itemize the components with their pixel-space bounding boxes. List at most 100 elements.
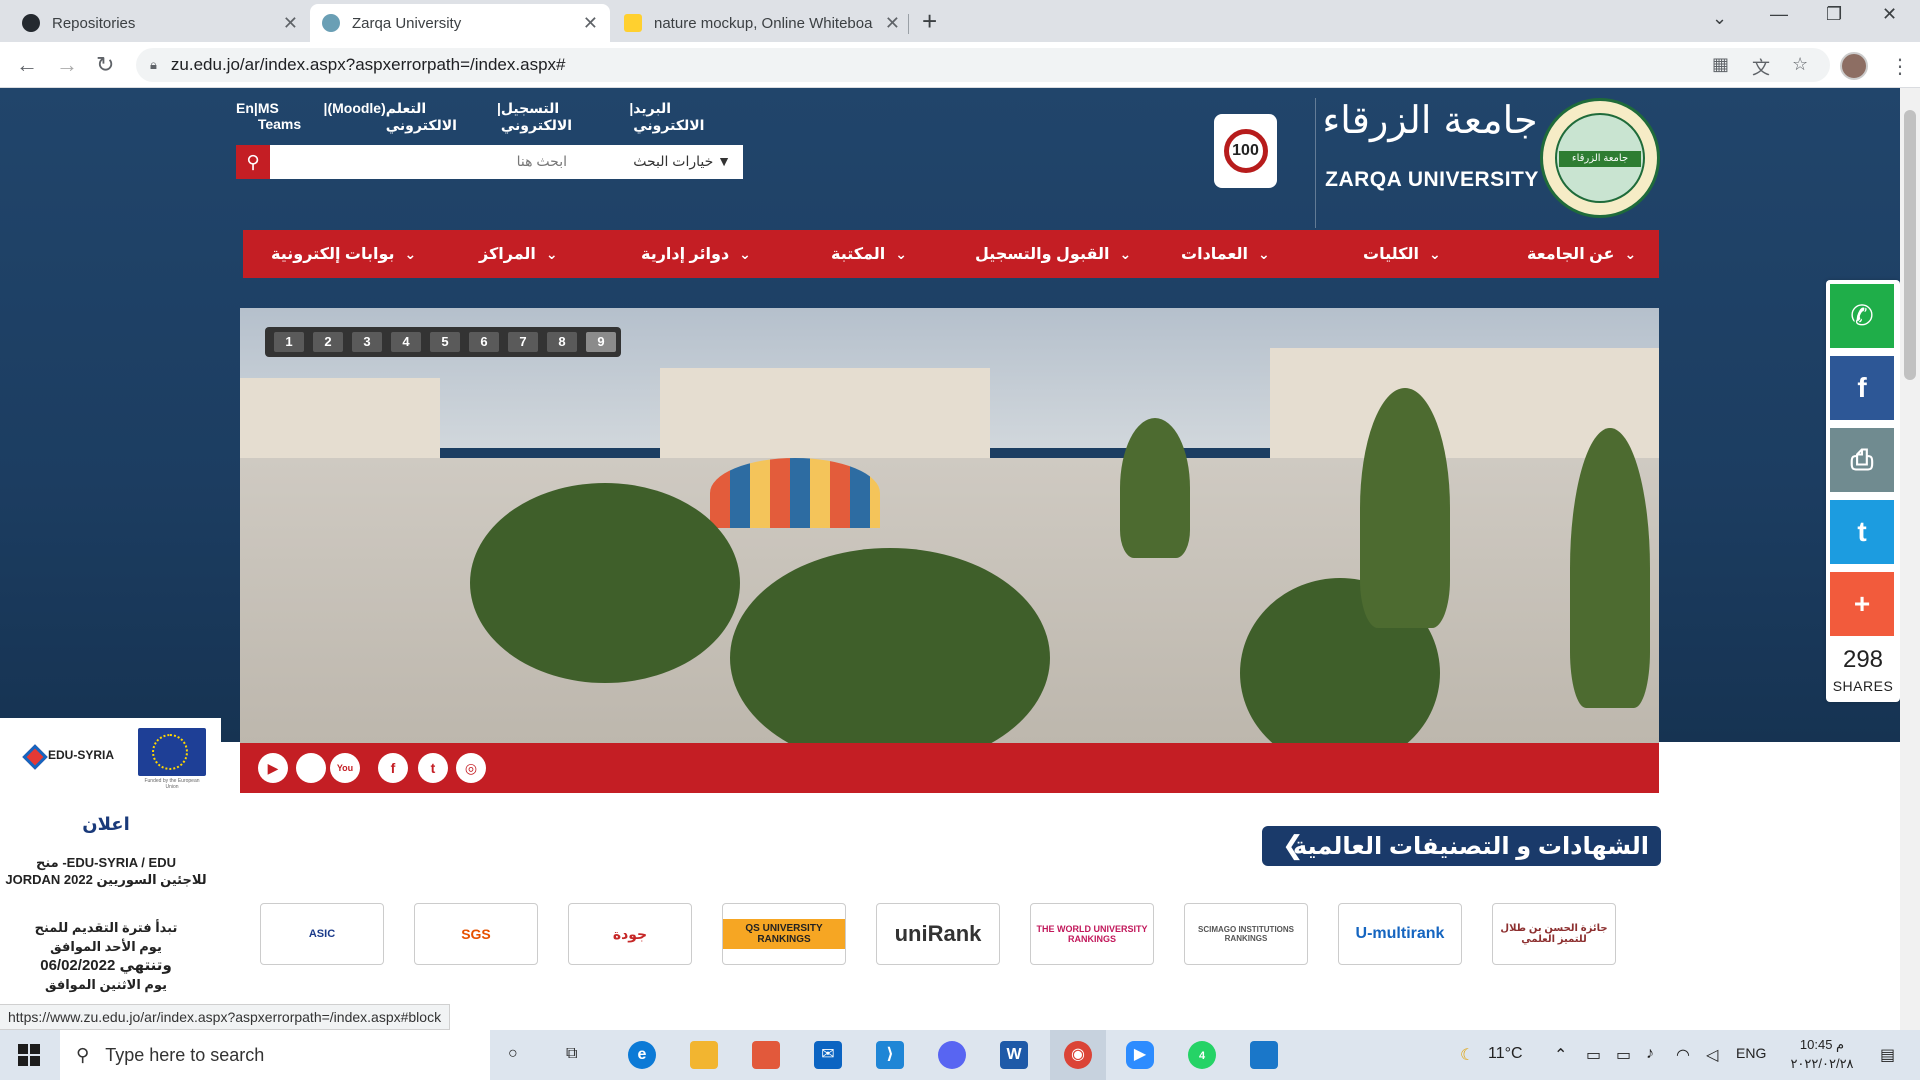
- e-registration-link[interactable]: التسجيل الالكتروني: [501, 100, 629, 134]
- volume-icon[interactable]: ◁: [1706, 1045, 1718, 1065]
- slide-page-9[interactable]: 9: [586, 332, 616, 352]
- moodle-link[interactable]: (Moodle): [327, 100, 385, 134]
- windows-start-icon[interactable]: [18, 1044, 40, 1066]
- forward-icon[interactable]: →: [56, 52, 78, 78]
- page-scrollbar[interactable]: [1900, 88, 1920, 1030]
- task-view-icon[interactable]: ⧉: [566, 1045, 577, 1063]
- address-bar[interactable]: 🔒︎ zu.edu.jo/ar/index.aspx?aspxerrorpath…: [136, 48, 1830, 82]
- print-share-button[interactable]: ⎙: [1830, 428, 1894, 492]
- back-icon[interactable]: ←: [16, 52, 38, 78]
- qr-code-icon[interactable]: ▦: [1712, 54, 1729, 75]
- microsoft-store-icon[interactable]: [752, 1041, 780, 1069]
- file-explorer-icon[interactable]: [690, 1041, 718, 1069]
- slide-page-2[interactable]: 2: [313, 332, 343, 352]
- taskbar-clock[interactable]: 10:45 م ٢٠٢٢/٠٢/٢٨: [1770, 1035, 1874, 1073]
- tab-repositories[interactable]: Repositories ✕: [10, 4, 310, 42]
- lang-en-link[interactable]: En: [236, 100, 254, 134]
- slide-page-8[interactable]: 8: [547, 332, 577, 352]
- slide-page-1[interactable]: 1: [274, 332, 304, 352]
- tab-search-icon[interactable]: ⌄: [1712, 8, 1727, 29]
- input-language[interactable]: ENG: [1736, 1045, 1766, 1061]
- rank-logo-hassan-award[interactable]: جائزة الحسن بن طلال للتميز العلمي: [1492, 903, 1616, 965]
- nav-centers[interactable]: المراكز ⌄: [479, 230, 558, 278]
- bookmark-star-icon[interactable]: ☆: [1792, 54, 1808, 75]
- rank-logo-asic[interactable]: ASIC: [260, 903, 384, 965]
- microphone-icon[interactable]: ♪: [1646, 1045, 1654, 1063]
- edge-icon[interactable]: e: [628, 1041, 656, 1069]
- wifi-icon[interactable]: ◠: [1676, 1045, 1690, 1065]
- browser-menu-icon[interactable]: ⋮: [1890, 54, 1910, 79]
- tab-nature-mockup[interactable]: nature mockup, Online Whiteboa ✕: [612, 4, 912, 42]
- zoom-icon[interactable]: ▶: [1126, 1041, 1154, 1069]
- instagram-icon[interactable]: ◎: [456, 753, 486, 783]
- site-search: ⚲ ابحث هنا خيارات البحث ▼: [236, 145, 743, 179]
- ms-teams-link[interactable]: MS Teams: [258, 100, 324, 134]
- nav-e-portals[interactable]: بوابات إلكترونية ⌄: [271, 230, 416, 278]
- nav-about-university[interactable]: عن الجامعة ⌄: [1527, 230, 1636, 278]
- photos-icon[interactable]: [1250, 1041, 1278, 1069]
- campus-photo-slider[interactable]: 1 2 3 4 5 6 7 8 9: [240, 308, 1659, 744]
- youtube-icon[interactable]: You: [330, 753, 360, 783]
- tab-zarqa-university[interactable]: Zarqa University ✕: [310, 4, 610, 42]
- address-url[interactable]: zu.edu.jo/ar/index.aspx?aspxerrorpath=/i…: [171, 55, 566, 75]
- search-button[interactable]: ⚲: [236, 145, 270, 179]
- university-seal-logo[interactable]: جامعة الزرقاء: [1540, 98, 1660, 218]
- close-icon[interactable]: ✕: [885, 13, 900, 34]
- facebook-icon[interactable]: f: [378, 753, 408, 783]
- whatsapp-share-button[interactable]: ✆: [1830, 284, 1894, 348]
- more-share-button[interactable]: +: [1830, 572, 1894, 636]
- reload-icon[interactable]: ↻: [96, 52, 114, 78]
- close-icon[interactable]: ✕: [583, 13, 598, 34]
- nav-label: الكليات: [1363, 246, 1419, 263]
- close-icon[interactable]: ✕: [283, 13, 298, 34]
- window-close-icon[interactable]: ✕: [1882, 4, 1897, 25]
- rank-logo-jawda[interactable]: جودة: [568, 903, 692, 965]
- cortana-icon[interactable]: ○: [508, 1045, 518, 1063]
- e-learning-link[interactable]: التعلم الالكتروني: [386, 100, 497, 134]
- whatsapp-icon[interactable]: 4: [1188, 1041, 1216, 1069]
- search-input[interactable]: ابحث هنا: [517, 153, 567, 170]
- temperature[interactable]: 11°C: [1488, 1045, 1523, 1063]
- discord-icon[interactable]: [938, 1041, 966, 1069]
- rank-logo-the[interactable]: THE WORLD UNIVERSITY RANKINGS: [1030, 903, 1154, 965]
- search-options-dropdown[interactable]: خيارات البحث ▼: [633, 153, 731, 170]
- rank-logo-multirank[interactable]: U-multirank: [1338, 903, 1462, 965]
- edu-syria-announcement[interactable]: EDU-SYRIA Funded by the European Union ا…: [0, 718, 221, 1018]
- play-store-icon[interactable]: ▶: [258, 753, 288, 783]
- restore-icon[interactable]: ❐: [1826, 4, 1842, 25]
- battery-icon[interactable]: ▭: [1616, 1045, 1631, 1065]
- taskbar-search-box[interactable]: ⚲ Type here to search: [60, 1030, 490, 1080]
- nav-admission-registration[interactable]: القبول والتسجيل ⌄: [975, 230, 1131, 278]
- rank-logo-scimago[interactable]: SCIMAGO INSTITUTIONS RANKINGS: [1184, 903, 1308, 965]
- chrome-icon[interactable]: ◉: [1064, 1041, 1092, 1069]
- twitter-icon[interactable]: t: [418, 753, 448, 783]
- rank-logo-qs[interactable]: QS UNIVERSITY RANKINGS: [722, 903, 846, 965]
- nav-library[interactable]: المكتبة ⌄: [831, 230, 907, 278]
- slide-page-6[interactable]: 6: [469, 332, 499, 352]
- network-icon[interactable]: ▭: [1586, 1045, 1601, 1065]
- minimize-icon[interactable]: —: [1770, 4, 1788, 25]
- apple-icon[interactable]: [296, 753, 326, 783]
- facebook-share-button[interactable]: f: [1830, 356, 1894, 420]
- notification-center-icon[interactable]: ▤: [1880, 1045, 1895, 1065]
- new-tab-button[interactable]: +: [922, 6, 937, 37]
- nav-faculties[interactable]: الكليات ⌄: [1363, 230, 1441, 278]
- rank-logo-sgs[interactable]: SGS: [414, 903, 538, 965]
- profile-avatar[interactable]: [1840, 52, 1868, 80]
- slide-page-4[interactable]: 4: [391, 332, 421, 352]
- vscode-icon[interactable]: ⟩: [876, 1041, 904, 1069]
- slide-page-3[interactable]: 3: [352, 332, 382, 352]
- tray-chevron-up-icon[interactable]: ⌃: [1554, 1045, 1567, 1065]
- twitter-share-button[interactable]: t: [1830, 500, 1894, 564]
- slide-page-5[interactable]: 5: [430, 332, 460, 352]
- slide-page-7[interactable]: 7: [508, 332, 538, 352]
- rank-logo-unirank[interactable]: uniRank: [876, 903, 1000, 965]
- word-icon[interactable]: W: [1000, 1041, 1028, 1069]
- scrollbar-thumb[interactable]: [1904, 110, 1916, 380]
- mail-icon[interactable]: ✉: [814, 1041, 842, 1069]
- email-link[interactable]: البريد الالكتروني: [633, 100, 742, 134]
- nav-administrative-departments[interactable]: دوائر إدارية ⌄: [641, 230, 751, 278]
- translate-icon[interactable]: 文: [1752, 54, 1770, 80]
- rankings-section-header[interactable]: ❮ الشهادات و التصنيفات العالمية: [1262, 826, 1661, 866]
- nav-deanships[interactable]: العمادات ⌄: [1181, 230, 1270, 278]
